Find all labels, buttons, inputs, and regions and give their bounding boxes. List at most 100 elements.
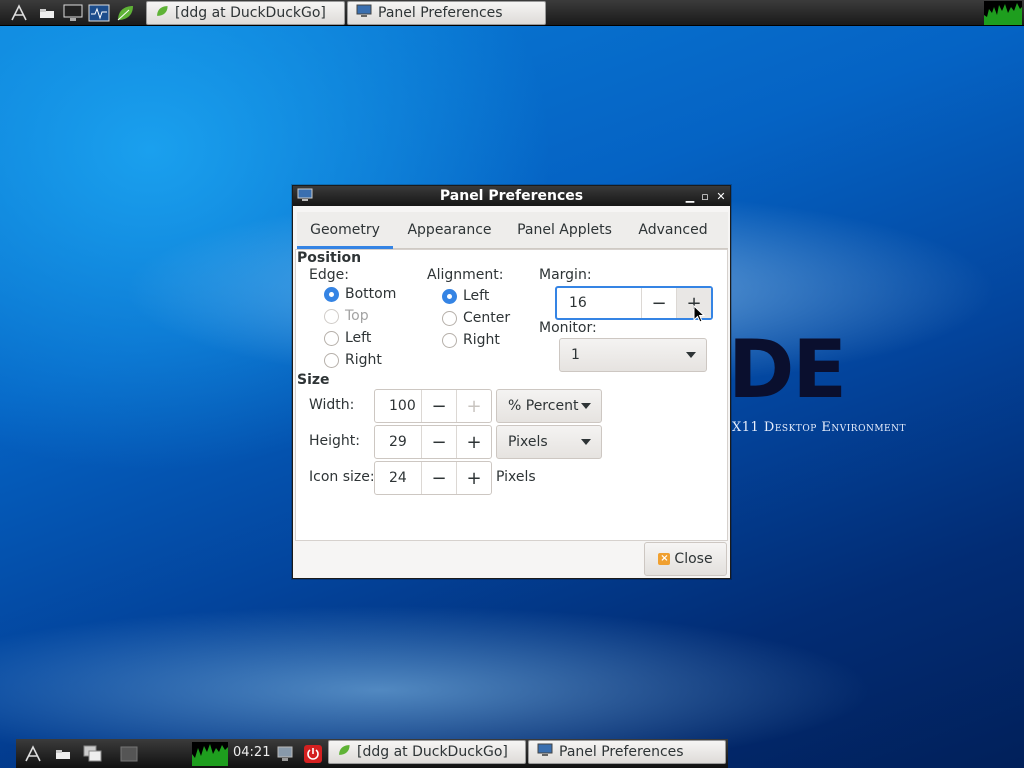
radio-label: Right: [463, 332, 500, 348]
margin-value[interactable]: 16: [557, 288, 641, 318]
alignment-left-radio[interactable]: Left: [442, 288, 489, 304]
mouse-cursor-icon: [693, 304, 706, 327]
radio-label: Top: [345, 308, 369, 324]
icon-size-value[interactable]: 24: [375, 462, 421, 494]
clock[interactable]: 04:21: [233, 741, 270, 765]
minus-icon[interactable]: −: [641, 288, 676, 318]
height-unit-combo[interactable]: Pixels: [496, 425, 602, 459]
height-spinbutton[interactable]: 29 − +: [374, 425, 492, 459]
tab-bar: Geometry Appearance Panel Applets Advanc…: [297, 212, 728, 249]
leaf-icon[interactable]: [114, 2, 136, 24]
plus-icon[interactable]: +: [456, 426, 491, 458]
cpu-usage-graph: [984, 1, 1022, 25]
radio-indicator: [442, 310, 457, 326]
height-value[interactable]: 29: [375, 426, 421, 458]
alignment-center-radio[interactable]: Center: [442, 310, 510, 326]
taskbar-label: [ddg at DuckDuckGo]: [357, 744, 508, 760]
taskbar-button-panel-prefs[interactable]: Panel Preferences: [347, 1, 546, 25]
height-label: Height:: [309, 433, 360, 449]
windows-icon[interactable]: [82, 743, 104, 765]
radio-indicator: [442, 288, 457, 304]
position-heading: Position: [297, 250, 362, 266]
geometry-page: Position Edge: Bottom Top Left Right Ali…: [295, 249, 728, 541]
plus-icon[interactable]: +: [456, 462, 491, 494]
leaf-icon: [155, 4, 169, 22]
taskbar-label: Panel Preferences: [378, 5, 503, 21]
tab-advanced[interactable]: Advanced: [623, 212, 723, 248]
file-manager-icon[interactable]: [36, 2, 58, 24]
dialog-titlebar[interactable]: Panel Preferences ▁ ▫ ✕: [293, 186, 730, 206]
radio-label: Bottom: [345, 286, 397, 302]
chevron-down-icon: [581, 403, 591, 409]
width-spinbutton[interactable]: 100 − +: [374, 389, 492, 423]
edge-right-radio[interactable]: Right: [324, 352, 382, 368]
width-label: Width:: [309, 397, 355, 413]
width-unit-value: % Percent: [508, 398, 579, 414]
maximize-icon[interactable]: ▫: [698, 188, 712, 204]
screen-lock-icon[interactable]: [274, 743, 296, 765]
alignment-label: Alignment:: [427, 267, 504, 283]
panel-preferences-dialog: Panel Preferences ▁ ▫ ✕ Geometry Appeara…: [292, 185, 731, 579]
radio-indicator: [324, 308, 339, 324]
power-icon[interactable]: [302, 743, 324, 765]
edge-label: Edge:: [309, 267, 349, 283]
chevron-down-icon: [686, 352, 696, 358]
monitor-combo[interactable]: 1: [559, 338, 707, 372]
alignment-right-radio[interactable]: Right: [442, 332, 500, 348]
monitor-value: 1: [571, 347, 580, 363]
taskbar-button-browser[interactable]: [ddg at DuckDuckGo]: [146, 1, 345, 25]
width-value[interactable]: 100: [375, 390, 421, 422]
width-unit-combo[interactable]: % Percent: [496, 389, 602, 423]
plus-icon[interactable]: +: [456, 390, 491, 422]
tab-geometry[interactable]: Geometry: [297, 212, 393, 249]
tab-panel-applets[interactable]: Panel Applets: [506, 212, 623, 248]
terminal-icon[interactable]: [62, 2, 84, 24]
margin-label: Margin:: [539, 267, 592, 283]
cpu-usage-graph: [192, 742, 228, 766]
monitor-label: Monitor:: [539, 320, 597, 336]
minus-icon[interactable]: −: [421, 462, 456, 494]
icon-size-spinbutton[interactable]: 24 − +: [374, 461, 492, 495]
lxde-menu-icon[interactable]: [8, 2, 30, 24]
leaf-icon: [337, 743, 351, 761]
size-heading: Size: [297, 372, 330, 388]
monitor-icon: [537, 743, 553, 761]
minimize-icon[interactable]: ▁: [683, 188, 697, 204]
radio-label: Center: [463, 310, 511, 326]
top-panel: [ddg at DuckDuckGo] Panel Preferences: [0, 0, 1024, 26]
bottom-panel: 04:21 [ddg at DuckDuckGo] Panel Preferen…: [16, 739, 728, 768]
wallpaper-logo-subtitle: X11 Desktop Environment: [732, 420, 906, 435]
monitor-icon: [356, 4, 372, 22]
file-manager-icon[interactable]: [52, 743, 74, 765]
dialog-title: Panel Preferences: [439, 188, 584, 204]
taskbar-button-browser[interactable]: [ddg at DuckDuckGo]: [328, 740, 526, 764]
icon-size-unit: Pixels: [496, 469, 536, 485]
margin-spinbutton[interactable]: 16 − +: [555, 286, 713, 320]
tab-appearance[interactable]: Appearance: [393, 212, 506, 248]
radio-indicator: [442, 332, 457, 348]
radio-label: Right: [345, 352, 382, 368]
close-button[interactable]: × Close: [644, 542, 727, 576]
desktop-pager-icon[interactable]: [118, 743, 140, 765]
taskbar-label: [ddg at DuckDuckGo]: [175, 5, 326, 21]
taskbar-label: Panel Preferences: [559, 744, 684, 760]
edge-left-radio[interactable]: Left: [324, 330, 371, 346]
minus-icon[interactable]: −: [421, 426, 456, 458]
edge-top-radio[interactable]: Top: [324, 308, 369, 324]
wallpaper-logo: DE: [728, 323, 847, 416]
taskbar-button-panel-prefs[interactable]: Panel Preferences: [528, 740, 726, 764]
radio-label: Left: [345, 330, 372, 346]
minus-icon[interactable]: −: [421, 390, 456, 422]
height-unit-value: Pixels: [508, 434, 548, 450]
icon-size-label: Icon size:: [309, 469, 375, 485]
close-icon: ×: [658, 553, 671, 565]
edge-bottom-radio[interactable]: Bottom: [324, 286, 396, 302]
radio-indicator: [324, 330, 339, 346]
lxde-menu-icon[interactable]: [22, 743, 44, 765]
radio-indicator: [324, 286, 339, 302]
radio-indicator: [324, 352, 339, 368]
close-icon[interactable]: ✕: [714, 188, 728, 204]
system-monitor-icon[interactable]: [88, 2, 110, 24]
radio-label: Left: [463, 288, 490, 304]
close-label: Close: [674, 551, 713, 567]
